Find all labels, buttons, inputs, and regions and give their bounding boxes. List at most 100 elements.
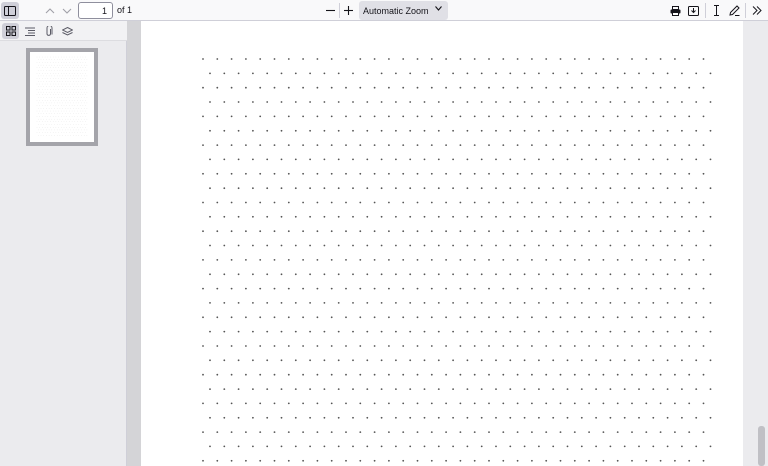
grid-dot: [545, 172, 548, 175]
grid-dot: [223, 215, 226, 218]
grid-dot: [588, 86, 590, 89]
previous-page-button[interactable]: [44, 2, 56, 19]
save-button[interactable]: [686, 2, 700, 19]
grid-dot: [309, 388, 311, 390]
thumbnail-dot: [79, 78, 81, 79]
zoom-select[interactable]: Automatic Zoom: [359, 1, 448, 20]
next-page-button[interactable]: [61, 2, 73, 19]
thumbnail-dot: [59, 124, 61, 125]
zoom-out-button[interactable]: [324, 2, 336, 19]
thumbnail-dot: [85, 72, 86, 74]
grid-dot: [337, 445, 340, 448]
outline-view-button[interactable]: [21, 23, 38, 39]
grid-dot: [645, 402, 648, 405]
thumbnail-dot: [67, 102, 69, 104]
grid-dot: [466, 158, 469, 161]
thumbnail-dot: [74, 116, 76, 117]
scrollbar-thumb[interactable]: [758, 426, 765, 466]
grid-dot: [252, 129, 254, 132]
grid-dot: [588, 373, 590, 376]
thumbnail-dot: [47, 62, 49, 63]
thumbnail-dot: [69, 116, 70, 117]
grid-dot: [345, 431, 347, 433]
grid-dot: [423, 445, 426, 448]
grid-dot: [566, 388, 569, 390]
thumbnail-dot: [61, 105, 62, 106]
tools-button[interactable]: [750, 2, 764, 19]
grid-dot: [416, 373, 419, 376]
grid-dot: [545, 58, 548, 60]
grid-dot: [359, 345, 362, 347]
thumbnail-dot: [77, 67, 78, 69]
layers-view-button[interactable]: [59, 23, 76, 39]
thumbnail-dot: [62, 64, 63, 66]
grid-dot: [223, 187, 226, 190]
grid-dot: [409, 445, 412, 448]
thumbnail-dot: [61, 116, 62, 117]
grid-dot: [402, 230, 405, 233]
grid-dot: [230, 459, 233, 462]
grid-dot: [430, 459, 433, 462]
grid-dot: [430, 201, 433, 204]
grid-dot: [294, 72, 297, 75]
grid-dot: [638, 388, 640, 390]
page-number-input[interactable]: [78, 2, 113, 19]
grid-dot: [266, 359, 269, 362]
grid-dot: [516, 201, 519, 204]
grid-dot: [209, 330, 211, 333]
grid-dot: [531, 459, 533, 462]
thumbnail-dot: [43, 108, 44, 109]
grid-dot: [623, 187, 626, 190]
thumbnail-dot: [69, 105, 70, 106]
page-thumbnail[interactable]: [26, 48, 98, 146]
grid-dot: [287, 230, 290, 233]
attachments-view-button[interactable]: [40, 23, 57, 39]
grid-dot: [638, 129, 640, 132]
thumbnail-dot: [85, 121, 86, 123]
grid-dot: [538, 187, 540, 190]
zoom-in-button[interactable]: [342, 2, 354, 19]
thumbnail-dot: [43, 97, 44, 98]
grid-dot: [345, 259, 347, 261]
grid-dot: [645, 287, 648, 290]
grid-dot: [674, 86, 676, 89]
vertical-scrollbar[interactable]: [743, 21, 768, 466]
grid-dot: [573, 86, 576, 89]
grid-dot: [345, 316, 347, 319]
thumbnail-dot: [67, 118, 69, 120]
grid-dot: [516, 230, 519, 233]
thumbnail-dot: [86, 129, 88, 131]
grid-dot: [616, 172, 619, 175]
grid-dot: [245, 373, 247, 376]
thumbnail-dot: [73, 64, 74, 66]
grid-dot: [230, 431, 233, 433]
thumbnail-dot: [39, 110, 40, 112]
draw-button[interactable]: [727, 2, 741, 19]
thumbnail-dot: [56, 91, 58, 93]
grid-dot: [559, 459, 562, 462]
grid-dot: [616, 287, 619, 290]
thumbnail-dot: [40, 97, 42, 98]
print-button[interactable]: [668, 2, 682, 19]
thumbnail-dot: [86, 118, 88, 120]
grid-dot: [245, 86, 247, 89]
thumbnail-dot: [78, 64, 80, 66]
thumbnail-dot: [44, 56, 46, 58]
grid-dot: [430, 144, 433, 146]
grid-dot: [709, 244, 712, 247]
thumbnails-view-button[interactable]: [2, 23, 19, 39]
thumbnail-dot: [58, 72, 59, 74]
grid-dot: [395, 330, 397, 333]
grid-dot: [466, 302, 469, 304]
text-tool-button[interactable]: [710, 2, 722, 19]
grid-dot: [373, 259, 376, 261]
grid-dot: [688, 115, 691, 118]
document-viewer[interactable]: [128, 21, 768, 466]
grid-dot: [688, 287, 691, 290]
sidebar-toggle-button[interactable]: [1, 2, 19, 19]
thumbnail-dot: [77, 94, 78, 96]
grid-dot: [416, 230, 419, 233]
thumbnail-dot: [46, 102, 47, 104]
grid-dot: [202, 115, 204, 118]
grid-dot: [230, 345, 233, 347]
